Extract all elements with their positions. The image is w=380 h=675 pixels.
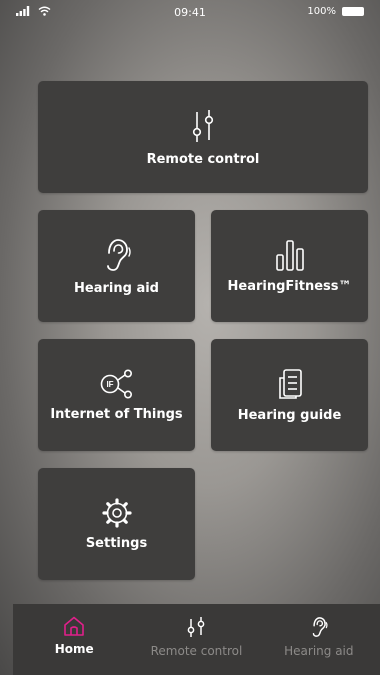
bottom-nav: Home Remote control Hearing aid [13, 604, 380, 675]
nav-label-home: Home [54, 642, 94, 656]
svg-text:IF: IF [106, 380, 113, 389]
ear-icon [106, 238, 131, 271]
internet-of-things-tile[interactable]: IF Internet of Things [38, 339, 195, 451]
sliders-icon [192, 109, 214, 142]
settings-label: Settings [85, 535, 148, 551]
bars-icon [275, 239, 304, 271]
internet-of-things-label: Internet of Things [50, 406, 183, 422]
guide-icon [278, 368, 302, 399]
status-right: 100% [307, 6, 364, 17]
remote-control-tile[interactable]: Remote control [38, 81, 368, 193]
ear-icon [312, 617, 328, 637]
battery-percentage: 100% [307, 6, 336, 17]
hearing-aid-label: Hearing aid [74, 280, 159, 296]
hearing-guide-label: Hearing guide [237, 407, 342, 423]
hearing-guide-tile[interactable]: Hearing guide [211, 339, 368, 451]
remote-control-label: Remote control [146, 151, 260, 167]
battery-icon [342, 7, 364, 16]
gear-icon [101, 497, 132, 528]
status-bar: 09:41 100% [0, 0, 380, 36]
nav-label-hearing-aid: Hearing aid [284, 644, 354, 658]
nav-item-home[interactable]: Home [13, 604, 135, 675]
home-icon [64, 616, 84, 636]
hearing-fitness-label: HearingFitness™ [227, 278, 352, 294]
sliders-icon [188, 617, 205, 637]
iot-icon: IF [100, 368, 132, 398]
hearing-aid-tile[interactable]: Hearing aid [38, 210, 195, 322]
hearing-fitness-tile[interactable]: HearingFitness™ [211, 210, 368, 322]
nav-label-remote-control: Remote control [150, 644, 243, 658]
nav-item-remote-control[interactable]: Remote control [135, 604, 257, 675]
settings-tile[interactable]: Settings [38, 468, 195, 580]
nav-item-hearing-aid[interactable]: Hearing aid [258, 604, 380, 675]
